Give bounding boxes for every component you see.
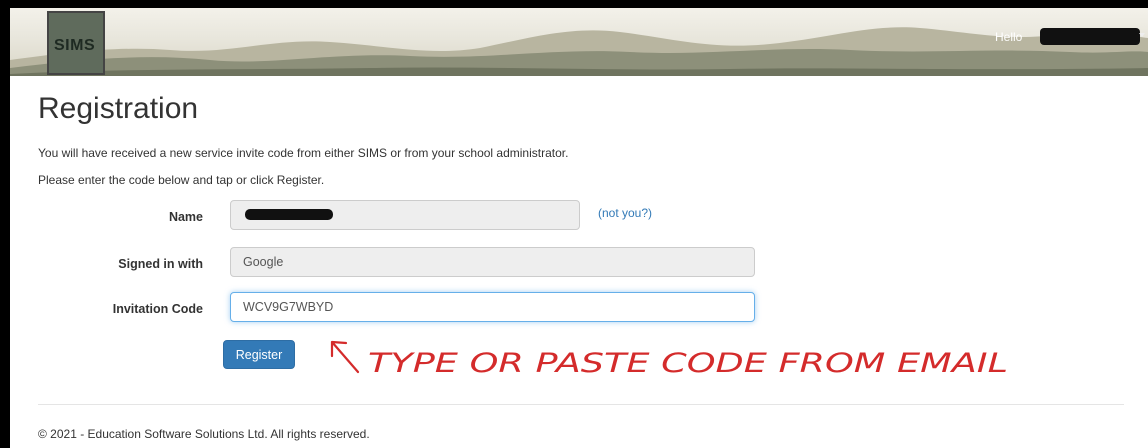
signed-in-label: Signed in with <box>118 257 203 271</box>
register-button[interactable]: Register <box>223 340 295 369</box>
redacted-name <box>245 209 333 220</box>
sims-logo[interactable]: SIMS <box>47 11 105 75</box>
annotation-arrow <box>330 340 360 374</box>
header-banner: SIMS Hello <box>10 8 1148 76</box>
not-you-link[interactable]: (not you?) <box>598 206 652 220</box>
name-field <box>230 200 580 230</box>
footer-divider <box>38 404 1124 405</box>
user-greeting[interactable]: Hello <box>995 30 1022 44</box>
logo-text: SIMS <box>54 37 96 54</box>
annotation-text: TYPE OR PASTE CODE FROM EMAIL <box>368 348 1008 379</box>
name-label: Name <box>168 210 203 224</box>
footer-copyright: © 2021 - Education Software Solutions Lt… <box>38 427 370 441</box>
page: SIMS Hello Registration You will have re… <box>10 8 1148 448</box>
intro-text-2: Please enter the code below and tap or c… <box>38 173 325 187</box>
caret-down-icon[interactable] <box>1139 33 1145 37</box>
handwritten-annotation: TYPE OR PASTE CODE FROM EMAIL <box>330 340 1008 379</box>
intro-text-1: You will have received a new service inv… <box>38 146 569 160</box>
signed-in-field: Google <box>230 247 755 277</box>
redacted-username <box>1040 28 1140 45</box>
invitation-code-input[interactable] <box>230 292 755 322</box>
invitation-code-label: Invitation Code <box>112 302 203 316</box>
mountain-landscape <box>10 27 1148 76</box>
page-title: Registration <box>38 92 199 125</box>
